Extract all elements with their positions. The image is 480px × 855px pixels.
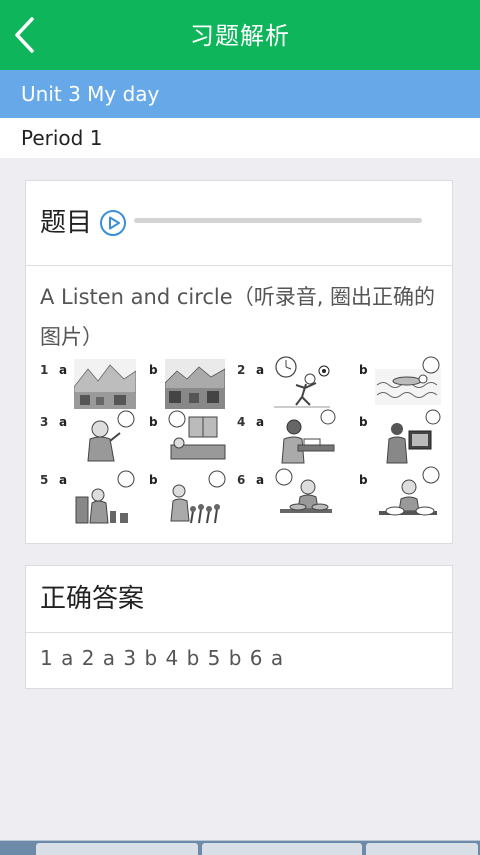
taskbar-item[interactable] — [36, 843, 198, 855]
question-heading: 题目 — [40, 208, 93, 238]
item-number: 6 — [237, 473, 246, 487]
answer-header: 正确答案 — [26, 566, 452, 633]
item-number: 5 — [40, 473, 49, 487]
question-header: 题目 — [26, 181, 452, 266]
item-3a[interactable]: 3 a — [26, 407, 135, 469]
item-3b[interactable]: b — [133, 407, 240, 469]
option-letter: b — [149, 363, 158, 377]
option-letter: a — [59, 473, 68, 487]
unit-label: Unit 3 My day — [0, 70, 480, 118]
option-letter: a — [59, 363, 68, 377]
boy-gardening-icon — [170, 470, 226, 524]
option-letter: a — [256, 415, 265, 429]
item-4b[interactable]: b — [347, 407, 454, 469]
answer-heading: 正确答案 — [40, 584, 145, 614]
girl-watching-tv-icon — [386, 409, 441, 464]
boy-swimming-icon — [375, 356, 441, 405]
item-number: 2 — [237, 363, 246, 377]
taskbar-item[interactable] — [202, 843, 362, 855]
item-5b[interactable]: b — [133, 465, 240, 527]
play-audio-icon[interactable] — [99, 209, 127, 237]
picture-grid: 1 a b 2 a b 3 a b 4 a b 5 a b 6 a b — [26, 355, 454, 535]
page-title: 习题解析 — [190, 22, 290, 50]
item-number: 1 — [40, 363, 49, 377]
option-letter: b — [149, 473, 158, 487]
question-text: A Listen and circle（听录音, 圈出正确的图片） — [40, 285, 436, 349]
option-letter: b — [359, 363, 368, 377]
mountain-scene-icon — [165, 359, 225, 409]
answer-card: 正确答案 1 a 2 a 3 b 4 b 5 b 6 a — [25, 565, 453, 689]
audio-progress-track[interactable] — [134, 218, 422, 223]
girl-homework-icon — [281, 409, 336, 464]
item-number: 4 — [237, 415, 246, 429]
period-label: Period 1 — [0, 118, 480, 158]
mountain-scene-icon — [74, 359, 136, 409]
boy-eating-icon — [275, 468, 332, 513]
option-letter: b — [359, 473, 368, 487]
option-letter: b — [149, 415, 158, 429]
option-letter: a — [59, 415, 68, 429]
boy-in-bed-icon — [168, 410, 226, 460]
top-bar: 习题解析 — [0, 0, 480, 70]
option-letter: b — [359, 415, 368, 429]
taskbar-item[interactable] — [366, 843, 478, 855]
boy-yawning-icon — [87, 410, 135, 462]
option-letter: a — [256, 473, 265, 487]
item-4a[interactable]: 4 a — [237, 407, 347, 469]
item-number: 3 — [40, 415, 49, 429]
question-card: 题目 A Listen and circle（听录音, 圈出正确的图片） 1 a… — [25, 180, 453, 544]
boy-football-icon — [274, 356, 330, 408]
answer-text: 1 a 2 a 3 b 4 b 5 b 6 a — [40, 646, 285, 670]
option-letter: a — [256, 363, 265, 377]
item-6b[interactable]: b — [347, 465, 454, 527]
item-6a[interactable]: 6 a — [237, 465, 347, 527]
taskbar — [0, 840, 480, 855]
boy-dinner-icon — [379, 466, 440, 516]
item-5a[interactable]: 5 a — [26, 465, 135, 527]
boy-reading-icon — [75, 470, 135, 524]
